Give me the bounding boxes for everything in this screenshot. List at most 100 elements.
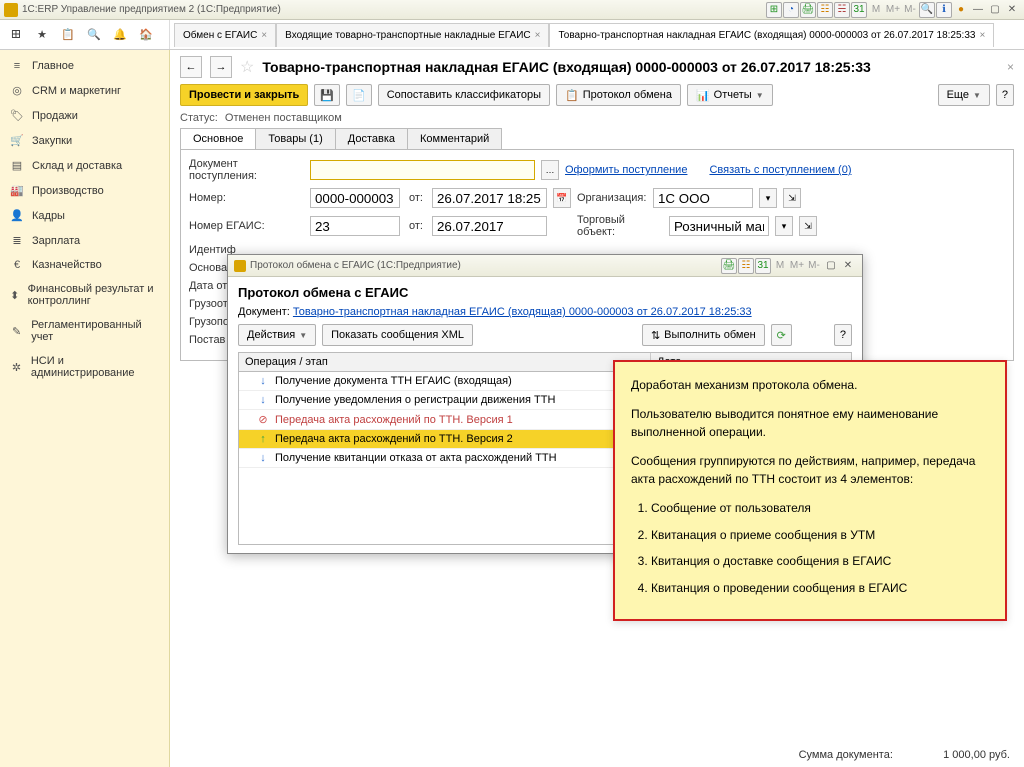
save-close-button[interactable]: Провести и закрыть [180,84,308,106]
actions-button[interactable]: Действия ▼ [238,324,316,346]
dialog-maximize-icon[interactable]: ▢ [823,258,839,274]
show-xml-button[interactable]: Показать сообщения XML [322,324,473,346]
tab-ttn-doc[interactable]: Товарно-транспортная накладная ЕГАИС (вх… [549,23,994,47]
tab-close-icon[interactable]: × [261,30,267,41]
from-label: от: [406,192,426,204]
sidebar-item-accounting[interactable]: ✎Регламентированный учет [0,313,169,349]
m-minus-icon[interactable]: M- [806,258,822,274]
post-button[interactable]: 📄 [346,84,372,106]
close-doc-icon[interactable]: × [1007,60,1014,74]
forward-button[interactable]: → [210,56,232,78]
tab-close-icon[interactable]: × [535,30,541,41]
close-icon[interactable]: ✕ [1004,2,1020,18]
tab-comment[interactable]: Комментарий [407,128,502,149]
tab-incoming[interactable]: Входящие товарно-транспортные накладные … [276,23,549,47]
help-icon[interactable]: ● [953,2,969,18]
process-link[interactable]: Оформить поступление [565,164,687,176]
tab-delivery[interactable]: Доставка [335,128,408,149]
sidebar-item-sales[interactable]: 🏷Продажи [0,103,169,128]
box-icon: ▤ [10,159,24,172]
sidebar-label: Продажи [32,110,78,122]
m-plus-icon[interactable]: M+ [885,2,901,18]
sidebar-item-purchase[interactable]: 🛒Закупки [0,128,169,153]
date2-input[interactable] [432,216,547,236]
match-classifiers-button[interactable]: Сопоставить классификаторы [378,84,550,106]
egaisnum-input[interactable] [310,216,400,236]
number-input[interactable] [310,188,400,208]
tab-close-icon[interactable]: × [979,30,985,41]
date-input[interactable] [432,188,547,208]
calendar-icon[interactable]: 31 [755,258,771,274]
m-minus-icon[interactable]: M- [902,2,918,18]
sidebar-item-warehouse[interactable]: ▤Склад и доставка [0,153,169,178]
dialog-close-icon[interactable]: ✕ [840,258,856,274]
col-operation[interactable]: Операция / этап [239,353,651,371]
sidebar-item-nsi[interactable]: ✲НСИ и администрирование [0,349,169,385]
callout-li3: Квитанция о доставке сообщения в ЕГАИС [651,552,989,571]
sys-icon[interactable]: 🖨 [800,2,816,18]
tab-goods[interactable]: Товары (1) [255,128,335,149]
m-icon[interactable]: M [868,2,884,18]
status-label: Статус: [180,112,218,124]
sidebar-item-hr[interactable]: 👤Кадры [0,203,169,228]
tab-exchange[interactable]: Обмен с ЕГАИС × [174,23,276,47]
sidebar-item-main[interactable]: ≡Главное [0,54,169,78]
sys-icon[interactable]: ◔ [783,2,799,18]
apps-icon[interactable]: 𐌎 [6,25,26,45]
m-plus-icon[interactable]: M+ [789,258,805,274]
tab-main[interactable]: Основное [180,128,256,149]
trade-picker-button[interactable]: ▾ [775,216,793,236]
save-button[interactable]: 💾 [314,84,340,106]
sys-icon[interactable]: ☷ [738,258,754,274]
sidebar-item-production[interactable]: 🏭Производство [0,178,169,203]
bell-icon[interactable]: 🔔 [110,25,130,45]
sys-icon[interactable]: ☷ [817,2,833,18]
sidebar-item-crm[interactable]: ◎CRM и маркетинг [0,78,169,103]
dialog-toolbar: Действия ▼ Показать сообщения XML ⇅ Выпо… [238,324,852,346]
footer-total: Сумма документа: 1 000,00 руб. [799,749,1010,761]
docin-input[interactable] [310,160,535,180]
date-picker-button[interactable]: 📅 [553,188,571,208]
dialog-doc-link[interactable]: Товарно-транспортная накладная ЕГАИС (вх… [293,306,752,318]
exchange-button[interactable]: ⇅ Выполнить обмен [642,324,765,346]
bind-link[interactable]: Связать с поступлением (0) [709,164,851,176]
sidebar-label: Кадры [32,210,65,222]
gear-icon: ✲ [10,361,23,374]
refresh-button[interactable]: ⟳ [771,324,792,346]
sys-icon[interactable]: ☵ [834,2,850,18]
info-icon[interactable]: ℹ [936,2,952,18]
home-icon[interactable]: 🏠 [136,25,156,45]
btn-label: Протокол обмена [583,89,672,101]
sys-icon[interactable]: 🖨 [721,258,737,274]
reports-button[interactable]: 📊 Отчеты ▼ [687,84,773,106]
star-icon[interactable]: ★ [32,25,52,45]
org-open-button[interactable]: ⇲ [783,188,801,208]
m-icon[interactable]: M [772,258,788,274]
protocol-button[interactable]: 📋 Протокол обмена [556,84,681,106]
sidebar: ≡Главное ◎CRM и маркетинг 🏷Продажи 🛒Заку… [0,50,170,767]
edit-icon: ✎ [10,325,23,338]
calendar-icon[interactable]: 31 [851,2,867,18]
search-icon[interactable]: 🔍 [919,2,935,18]
sidebar-item-finance[interactable]: ⬍Финансовый результат и контроллинг [0,277,169,313]
dialog-help-button[interactable]: ? [834,324,852,346]
sidebar-item-salary[interactable]: ≣Зарплата [0,228,169,253]
maximize-icon[interactable]: ▢ [987,2,1003,18]
number-label: Номер: [189,192,304,204]
search-icon[interactable]: 🔍 [84,25,104,45]
help-button[interactable]: ? [996,84,1014,106]
trade-input[interactable] [669,216,769,236]
favorite-icon[interactable]: ☆ [240,57,254,77]
minimize-icon[interactable]: — [970,2,986,18]
sys-icon[interactable]: ⊞ [766,2,782,18]
trade-open-button[interactable]: ⇲ [799,216,817,236]
org-picker-button[interactable]: ▾ [759,188,777,208]
org-input[interactable] [653,188,753,208]
denied-icon: ⊘ [257,413,269,426]
sidebar-item-treasury[interactable]: €Казначейство [0,253,169,277]
cart-icon: 🛒 [10,134,24,147]
docin-picker-button[interactable]: … [541,160,559,180]
more-button[interactable]: Еще ▼ [938,84,990,106]
clipboard-icon[interactable]: 📋 [58,25,78,45]
back-button[interactable]: ← [180,56,202,78]
